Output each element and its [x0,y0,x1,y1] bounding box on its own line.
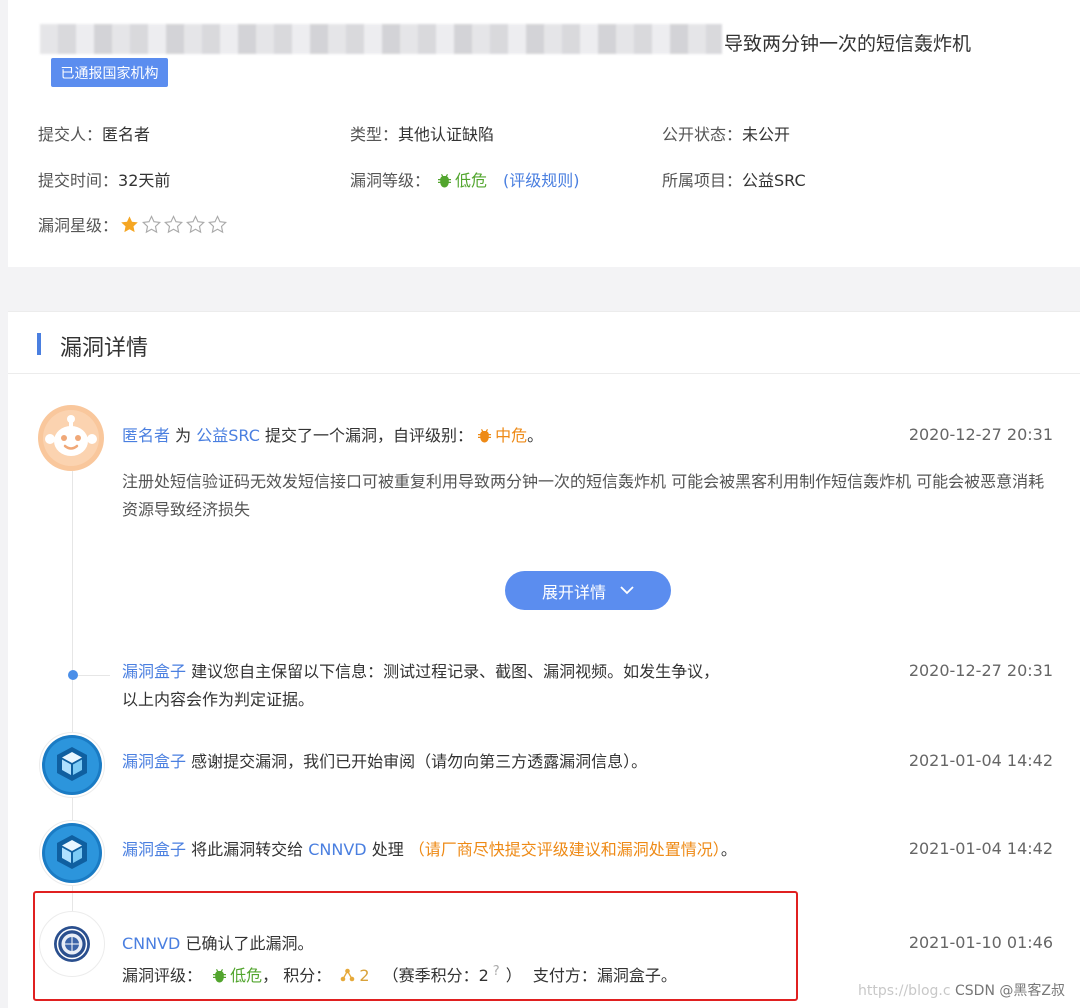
timeline-dot [68,670,78,680]
star-icon [186,214,206,233]
meta-stars: 漏洞星级： [38,212,228,236]
meta-label: 所属项目： [662,171,743,190]
entry-text: 。 [527,426,544,445]
bug-icon [478,429,492,443]
star-rating [120,214,228,234]
cube-icon [42,823,102,883]
meta-time: 提交时间： 32天前 [38,167,170,191]
season-end: ） [505,966,522,985]
cube-icon [42,735,102,795]
star-icon [121,215,138,232]
meta-submitter: 提交人： 匿名者 [38,121,150,145]
meta-value: 32天前 [118,171,171,190]
meta-label: 提交时间： [38,171,119,190]
vuln-summary-card: 导致两分钟一次的短信轰炸机 已通报国家机构 提交人： 匿名者 类型： 其他认证缺… [8,0,1080,267]
timeline-entry-confirm: CNNVD 已确认了此漏洞。 漏洞评级： 低危， 积分： 2 （赛季积分：2?）… [122,930,677,990]
vuln-description: 注册处短信验证码无效发短信接口可被重复利用导致两分钟一次的短信轰炸机 可能会被黑… [122,472,1045,519]
payer: 漏洞盒子。 [596,966,677,985]
actor-link[interactable]: 漏洞盒子 [122,840,186,859]
meta-public: 公开状态： 未公开 [662,121,790,145]
avatar-cnnvd [39,911,105,977]
meta-value: 其他认证缺陷 [398,125,495,144]
chevron-down-icon [620,586,634,595]
final-rating: 低危 [213,966,262,985]
rating-label: 漏洞评级： [122,966,203,985]
section-accent [37,333,41,355]
cnnvd-link[interactable]: CNNVD [122,934,180,953]
entry-text: 提交了一个漏洞，自评级别： [264,426,473,445]
meta-label: 公开状态： [662,125,743,144]
entry-text: 以上内容会作为判定证据。 [122,690,315,709]
entry-time: 2020-12-27 20:31 [908,425,1053,444]
entry-text: 将此漏洞转交给 [191,840,304,859]
actor-link[interactable]: 匿名者 [122,426,170,445]
season-label: （赛季积分： [382,966,479,985]
meta-label: 类型： [350,125,399,144]
vuln-title: 导致两分钟一次的短信轰炸机 [724,33,972,55]
meta-level: 漏洞等级： 低危 (评级规则) [350,167,580,191]
help-icon[interactable]: ? [493,964,500,979]
meta-label: 漏洞星级： [38,216,119,235]
meta-label: 提交人： [38,125,103,144]
meta-type: 类型： 其他认证缺陷 [350,121,494,145]
expand-label: 展开详情 [541,582,606,602]
entry-time: 2021-01-04 14:42 [908,751,1053,770]
title-redacted [40,24,722,54]
timeline-entry-submit: 匿名者 为 公益SRC 提交了一个漏洞，自评级别： 中危。 [122,422,543,450]
avatar-vulbox [39,820,105,886]
watermark-text: CSDN @黑客Z叔 [955,983,1065,999]
star-icon [208,214,228,233]
entry-time: 2021-01-10 01:46 [908,933,1053,952]
meta-label: 漏洞等级： [350,171,431,190]
actor-link[interactable]: 漏洞盒子 [122,662,186,681]
score-label: ， 积分： [262,966,332,985]
star-icon [164,214,184,233]
emblem-icon [54,926,90,962]
project-link[interactable]: 公益SRC [196,426,260,445]
entry-text: 处理 [371,840,404,859]
season-score: 2 [478,966,489,985]
level-value: 低危 [455,171,488,190]
entry-text: 已确认了此漏洞。 [185,934,314,953]
expand-details-button[interactable]: 展开详情 [505,571,671,610]
vuln-detail-card: 漏洞详情 匿名者 为 公益SRC 提交了一个漏洞，自评级别： 中危。 2020-… [8,311,1080,1008]
star-icon [142,214,162,233]
meta-value: 公益SRC [742,171,806,190]
rating-value: 低危 [230,966,263,985]
section-title: 漏洞详情 [60,336,149,361]
rating-rules-link[interactable]: (评级规则) [503,167,580,191]
score: 2 [336,966,370,985]
avatar-anonymous [38,405,104,471]
level-low: 低危 [438,167,487,191]
entry-text: 建议您自主保留以下信息：测试过程记录、截图、漏洞视频。如发生争议， [191,662,720,681]
avatar-vulbox [39,732,105,798]
bug-icon [213,969,227,983]
self-rating: 中危 [478,426,527,445]
cnnvd-link[interactable]: CNNVD [308,840,366,859]
timeline-connector [78,675,110,676]
watermark: https://blog.c CSDN @黑客Z叔 [858,980,1065,1000]
score-value: 2 [359,966,370,985]
entry-text: 。 [720,840,737,859]
entry-time: 2021-01-04 14:42 [908,839,1053,858]
notice-badge: 已通报国家机构 [51,58,168,87]
actor-link[interactable]: 漏洞盒子 [122,752,186,771]
timeline-entry-review: 漏洞盒子 感谢提交漏洞，我们已开始审阅（请勿向第三方透露漏洞信息）。 [122,748,647,776]
divider [8,373,1080,374]
meta-value: 未公开 [742,125,791,144]
entry-text: 为 [175,426,192,445]
entry-time: 2020-12-27 20:31 [908,661,1053,680]
watermark-url: https://blog.c [858,983,951,999]
timeline-entry-advice: 漏洞盒子 建议您自主保留以下信息：测试过程记录、截图、漏洞视频。如发生争议， 以… [122,658,719,714]
bug-icon [438,174,452,188]
timeline-entry-transfer: 漏洞盒子 将此漏洞转交给 CNNVD 处理 （请厂商尽快提交评级建议和漏洞处置情… [122,836,737,864]
meta-value: 匿名者 [102,125,151,144]
mascot-icon [38,405,104,471]
payer-label: 支付方： [532,966,597,985]
score-icon [341,968,355,982]
entry-text: 感谢提交漏洞，我们已开始审阅（请勿向第三方透露漏洞信息）。 [191,752,648,771]
rating-value: 中危 [495,426,528,445]
meta-project: 所属项目： 公益SRC [662,167,806,191]
vendor-notice: （请厂商尽快提交评级建议和漏洞处置情况） [408,840,721,859]
